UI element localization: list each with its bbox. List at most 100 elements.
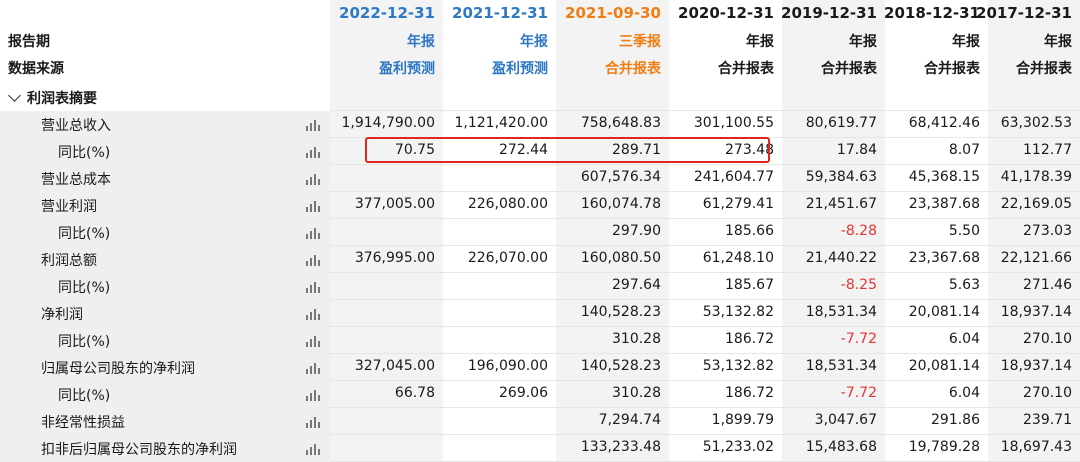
table-row[interactable]: 营业总成本 607,576.34 241,604.77 59,384.63 45,368… bbox=[0, 165, 1080, 192]
value-cell: 61,248.10 bbox=[669, 246, 782, 273]
column-header[interactable]: 2018-12-31 年报 合并报表 bbox=[884, 0, 988, 84]
cell-value: -8.25 bbox=[840, 277, 877, 293]
cell-value: 160,080.50 bbox=[580, 250, 661, 266]
row-label-cell: 净利润 bbox=[0, 300, 330, 327]
value-cell: 241,604.77 bbox=[669, 165, 782, 192]
bar-chart-icon[interactable] bbox=[306, 335, 320, 347]
cell-value: 377,005.00 bbox=[354, 196, 435, 212]
bar-chart-icon[interactable] bbox=[306, 146, 320, 158]
value-cell: 160,080.50 bbox=[556, 246, 669, 273]
value-cell: 269.06 bbox=[443, 381, 556, 408]
value-cell: 22,169.05 bbox=[988, 192, 1080, 219]
cell-value: 20,081.14 bbox=[908, 304, 980, 320]
value-cell bbox=[443, 219, 556, 246]
table-row[interactable]: 同比(%) 297.64 185.67 -8.25 5.63 271.46 bbox=[0, 273, 1080, 300]
cell-value: 160,074.78 bbox=[580, 196, 661, 212]
section-income-statement[interactable]: 利润表摘要 bbox=[0, 84, 1080, 111]
value-cell: 291.86 bbox=[885, 408, 988, 435]
value-cell: 140,528.23 bbox=[556, 354, 669, 381]
cell-value: 239.71 bbox=[1023, 412, 1072, 428]
cell-value: 140,528.23 bbox=[580, 304, 661, 320]
column-header[interactable]: 2021-12-31 年报 盈利预测 bbox=[443, 0, 556, 84]
value-cell bbox=[443, 300, 556, 327]
cell-value: 112.77 bbox=[1023, 142, 1072, 158]
data-source-label: 数据来源 bbox=[8, 61, 64, 77]
cell-value: 63,302.53 bbox=[1000, 115, 1072, 131]
value-cell: 21,451.67 bbox=[782, 192, 885, 219]
value-cell: 23,367.68 bbox=[885, 246, 988, 273]
bar-chart-icon[interactable] bbox=[306, 443, 320, 455]
cell-value: 185.67 bbox=[725, 277, 774, 293]
cell-value: 271.46 bbox=[1023, 277, 1072, 293]
value-cell: -7.72 bbox=[782, 327, 885, 354]
cell-value: 68,412.46 bbox=[908, 115, 980, 131]
table-row[interactable]: 同比(%) 297.90 185.66 -8.28 5.50 273.03 bbox=[0, 219, 1080, 246]
cell-value: 196,090.00 bbox=[467, 358, 548, 374]
value-cell: 18,937.14 bbox=[988, 300, 1080, 327]
column-report-type: 三季报 bbox=[619, 34, 661, 50]
section-cell bbox=[885, 84, 988, 111]
cell-value: 23,387.68 bbox=[908, 196, 980, 212]
value-cell: 185.66 bbox=[669, 219, 782, 246]
bar-chart-icon[interactable] bbox=[306, 389, 320, 401]
row-label-cell: 同比(%) bbox=[0, 327, 330, 354]
cell-value: 45,368.15 bbox=[908, 169, 980, 185]
cell-value: 66.78 bbox=[394, 385, 435, 401]
table-row[interactable]: 非经常性损益 7,294.74 1,899.79 3,047.67 291.86 239.… bbox=[0, 408, 1080, 435]
table-row[interactable]: 营业总收入 1,914,790.00 1,121,420.00 758,648.83 3… bbox=[0, 111, 1080, 138]
table-row[interactable]: 净利润 140,528.23 53,132.82 18,531.34 20,081.14… bbox=[0, 300, 1080, 327]
cell-value: 20,081.14 bbox=[908, 358, 980, 374]
column-data-source: 合并报表 bbox=[924, 61, 980, 77]
bar-chart-icon[interactable] bbox=[306, 281, 320, 293]
column-date: 2021-12-31 bbox=[452, 4, 548, 22]
bar-chart-icon[interactable] bbox=[306, 200, 320, 212]
cell-value: 310.28 bbox=[612, 331, 661, 347]
bar-chart-icon[interactable] bbox=[306, 308, 320, 320]
value-cell: 271.46 bbox=[988, 273, 1080, 300]
row-label-cell: 归属母公司股东的净利润 bbox=[0, 354, 330, 381]
table-row[interactable]: 同比(%) 66.78 269.06 310.28 186.72 -7.72 6.04 270… bbox=[0, 381, 1080, 408]
cell-value: 1,899.79 bbox=[711, 412, 774, 428]
cell-value: 23,367.68 bbox=[908, 250, 980, 266]
cell-value: 8.07 bbox=[948, 142, 980, 158]
cell-value: 61,248.10 bbox=[702, 250, 774, 266]
value-cell: 6.04 bbox=[885, 381, 988, 408]
cell-value: 273.03 bbox=[1023, 223, 1072, 239]
bar-chart-icon[interactable] bbox=[306, 227, 320, 239]
cell-value: 53,132.82 bbox=[702, 304, 774, 320]
value-cell: 186.72 bbox=[669, 327, 782, 354]
bar-chart-icon[interactable] bbox=[306, 119, 320, 131]
bar-chart-icon[interactable] bbox=[306, 173, 320, 185]
chevron-down-icon[interactable] bbox=[8, 89, 21, 102]
bar-chart-icon[interactable] bbox=[306, 362, 320, 374]
value-cell bbox=[330, 165, 443, 192]
table-row[interactable]: 利润总额 376,995.00 226,070.00 160,080.50 61,248… bbox=[0, 246, 1080, 273]
table-header: 报告期 数据来源 2022-12-31 年报 盈利预测 2021-12-31 年报 盈利预… bbox=[0, 0, 1080, 84]
table-row[interactable]: 归属母公司股东的净利润 327,045.00 196,090.00 140,528.2… bbox=[0, 354, 1080, 381]
value-cell: 297.90 bbox=[556, 219, 669, 246]
column-date: 2017-12-31 bbox=[976, 4, 1072, 22]
table-row[interactable]: 营业利润 377,005.00 226,080.00 160,074.78 61,279… bbox=[0, 192, 1080, 219]
section-label-cell[interactable]: 利润表摘要 bbox=[0, 84, 330, 111]
column-header[interactable]: 2020-12-31 年报 合并报表 bbox=[669, 0, 782, 84]
cell-value: 5.63 bbox=[948, 277, 980, 293]
column-report-type: 年报 bbox=[407, 34, 435, 50]
column-header[interactable]: 2019-12-31 年报 合并报表 bbox=[781, 0, 885, 84]
cell-value: 59,384.63 bbox=[805, 169, 877, 185]
value-cell: 45,368.15 bbox=[885, 165, 988, 192]
value-cell: 1,914,790.00 bbox=[330, 111, 443, 138]
column-header[interactable]: 2022-12-31 年报 盈利预测 bbox=[330, 0, 443, 84]
bar-chart-icon[interactable] bbox=[306, 254, 320, 266]
column-header[interactable]: 2017-12-31 年报 合并报表 bbox=[976, 0, 1080, 84]
value-cell: 5.50 bbox=[885, 219, 988, 246]
value-cell: 270.10 bbox=[988, 327, 1080, 354]
value-cell bbox=[443, 165, 556, 192]
value-cell: 18,937.14 bbox=[988, 354, 1080, 381]
cell-value: 18,531.34 bbox=[805, 358, 877, 374]
value-cell: 68,412.46 bbox=[885, 111, 988, 138]
column-header[interactable]: 2021-09-30 三季报 合并报表 bbox=[556, 0, 669, 84]
row-label: 归属母公司股东的净利润 bbox=[41, 361, 195, 377]
value-cell: 59,384.63 bbox=[782, 165, 885, 192]
table-row[interactable]: 同比(%) 310.28 186.72 -7.72 6.04 270.10 bbox=[0, 327, 1080, 354]
bar-chart-icon[interactable] bbox=[306, 416, 320, 428]
